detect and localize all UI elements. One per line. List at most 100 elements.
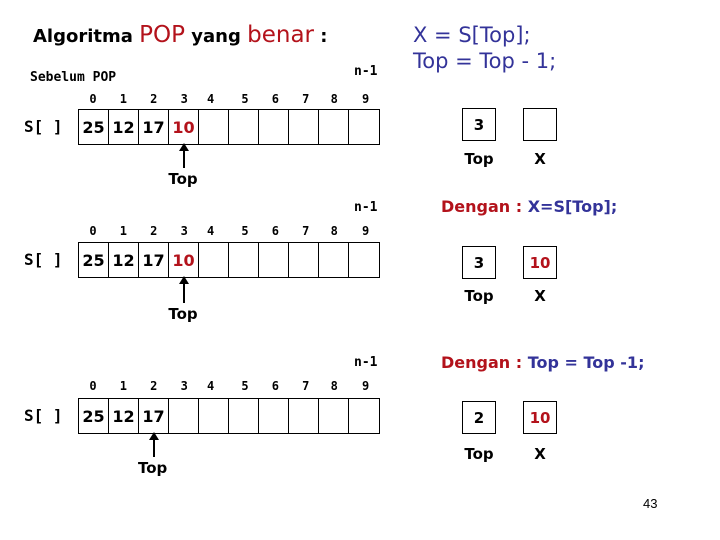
array-index-label: 2: [150, 224, 158, 238]
array-index-label: 2: [150, 92, 158, 106]
array-index-label: 7: [302, 379, 310, 393]
array-name-label: S[ ]: [24, 406, 63, 425]
array-index-label: 4: [206, 92, 215, 106]
array-cell: [319, 399, 349, 433]
code-line-1: X = S[Top];: [413, 23, 531, 47]
array-index-label: 8: [330, 92, 338, 106]
n-minus-1-label: n-1: [354, 64, 378, 79]
title-text-algoritma: Algoritma: [33, 26, 140, 47]
x-value-box: 10: [523, 401, 557, 434]
top-pointer-label: Top: [168, 170, 198, 188]
array-cell: 12: [109, 399, 139, 433]
array-cell: 12: [109, 243, 139, 277]
array-index-label: 0: [89, 379, 97, 393]
array-index-label: 6: [271, 224, 279, 238]
array-cell: 10: [169, 110, 199, 144]
array-index-label: 9: [361, 92, 370, 106]
top-value-box: 2: [462, 401, 496, 434]
stack-array: 25 12 17 10: [78, 109, 380, 145]
array-cell: 25: [79, 110, 109, 144]
caption-code: Top = Top -1;: [527, 353, 645, 372]
array-cell: [229, 110, 259, 144]
caption-code: X=S[Top];: [527, 197, 618, 216]
n-minus-1-label: n-1: [354, 355, 378, 370]
stack-array: 25 12 17 10: [78, 242, 380, 278]
array-index-label: 4: [206, 224, 215, 238]
array-cell: [319, 110, 349, 144]
top-box-label: Top: [464, 287, 494, 305]
array-cell: [199, 110, 229, 144]
title-text-yang: yang: [185, 26, 248, 47]
array-cell: [259, 399, 289, 433]
array-cell: [229, 399, 259, 433]
array-index-label: 0: [89, 92, 97, 106]
array-index-label: 1: [119, 92, 127, 106]
subtitle-sebelum-pop: Sebelum POP: [30, 70, 117, 85]
array-cell: [349, 243, 379, 277]
array-cell: [349, 110, 379, 144]
array-cell: 12: [109, 110, 139, 144]
x-box-label: X: [534, 287, 546, 305]
top-pointer-arrow-icon: [179, 143, 190, 168]
caption-prefix: Dengan :: [441, 197, 528, 216]
top-value-box: 3: [462, 246, 496, 279]
array-cell: [289, 399, 319, 433]
array-cell: 25: [79, 243, 109, 277]
array-index-label: 3: [180, 379, 188, 393]
top-pointer-label: Top: [168, 305, 198, 323]
top-pointer-label: Top: [138, 459, 168, 477]
array-index-label: 5: [241, 92, 249, 106]
array-index-label: 8: [330, 379, 338, 393]
array-index-label: 7: [302, 92, 310, 106]
array-index-label: 3: [180, 224, 188, 238]
array-index-label: 2: [150, 379, 158, 393]
x-value-box: 10: [523, 246, 557, 279]
array-index-label: 7: [302, 224, 310, 238]
array-name-label: S[ ]: [24, 117, 63, 136]
title-text-pop: POP: [139, 22, 186, 48]
array-cell: [199, 399, 229, 433]
step-caption: Dengan : Top = Top -1;: [441, 353, 644, 372]
array-index-label: 1: [119, 224, 127, 238]
x-box-label: X: [534, 445, 546, 463]
page-number: 43: [643, 496, 658, 511]
array-cell: [319, 243, 349, 277]
array-cell: 17: [139, 243, 169, 277]
pop-code-block: X = S[Top]; Top = Top - 1;: [413, 22, 556, 74]
array-cell: [289, 243, 319, 277]
n-minus-1-label: n-1: [354, 200, 378, 215]
array-index-label: 6: [271, 92, 279, 106]
array-name-label: S[ ]: [24, 250, 63, 269]
array-cell: [199, 243, 229, 277]
array-index-label: 8: [330, 224, 338, 238]
code-line-2: Top = Top - 1;: [413, 49, 557, 73]
array-index-label: 0: [89, 224, 97, 238]
array-cell: [259, 110, 289, 144]
array-index-label: 3: [180, 92, 188, 106]
x-value-box: [523, 108, 557, 141]
array-index-label: 9: [361, 224, 370, 238]
caption-prefix: Dengan :: [441, 353, 528, 372]
array-index-label: 5: [241, 224, 249, 238]
title-text-colon: :: [314, 26, 328, 47]
array-cell: 10: [169, 243, 199, 277]
array-index-label: 4: [206, 379, 215, 393]
array-cell: 25: [79, 399, 109, 433]
array-cell: 17: [139, 399, 169, 433]
slide-title: Algoritma POP yang benar :: [33, 22, 328, 48]
array-cell: [259, 243, 289, 277]
array-cell: [229, 243, 259, 277]
array-cell: [289, 110, 319, 144]
array-cell: [349, 399, 379, 433]
title-text-benar: benar: [247, 22, 315, 48]
top-pointer-arrow-icon: [149, 432, 159, 457]
stack-array: 25 12 17: [78, 398, 380, 434]
array-index-label: 6: [271, 379, 279, 393]
top-box-label: Top: [464, 150, 494, 168]
array-index-label: 1: [119, 379, 127, 393]
top-pointer-arrow-icon: [179, 276, 190, 303]
array-index-label: 5: [241, 379, 249, 393]
top-value-box: 3: [462, 108, 496, 141]
x-box-label: X: [534, 150, 546, 168]
array-cell: [169, 399, 199, 433]
